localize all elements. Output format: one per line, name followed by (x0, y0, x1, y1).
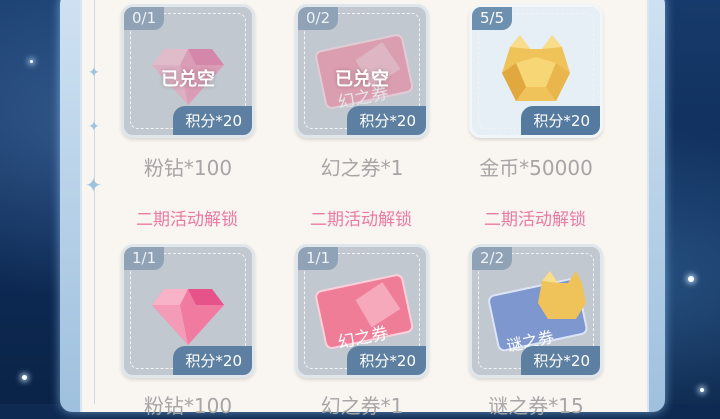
item-name: 粉钻*100 (143, 394, 233, 418)
shop-item-card[interactable]: 1/1 积分*20 (121, 244, 255, 378)
shop-item-card[interactable]: 幻之券 1/1 积分*20 (295, 244, 429, 378)
shop-item-card[interactable]: 幻之券 已兑空 0/2 积分*20 (295, 4, 429, 138)
cost-badge: 积分*20 (173, 106, 252, 135)
cost-badge: 积分*20 (347, 346, 426, 375)
panel-decor-line (94, 0, 95, 404)
decor-star-icon: ✦ (85, 173, 102, 197)
decor-star-icon: ✦ (88, 119, 100, 135)
sparkle-star (22, 375, 27, 380)
sparkle-star (688, 276, 694, 282)
item-name: 谜之券*15 (488, 394, 584, 418)
sparkle-star (30, 60, 33, 63)
remaining-count: 0/1 (124, 7, 165, 30)
sold-out-label: 已兑空 (335, 69, 389, 90)
unlock-hint: 二期活动解锁 (484, 210, 586, 230)
cost-badge: 积分*20 (347, 106, 426, 135)
shop-item-card[interactable]: 已兑空 0/1 积分*20 (121, 4, 255, 138)
sold-out-label: 已兑空 (161, 69, 215, 90)
remaining-count: 2/2 (472, 247, 513, 270)
cost-badge: 积分*20 (521, 346, 600, 375)
remaining-count: 5/5 (472, 7, 513, 30)
shop-item-card[interactable]: 5/5 积分*20 (469, 4, 603, 138)
remaining-count: 1/1 (124, 247, 165, 270)
cost-badge: 积分*20 (521, 106, 600, 135)
item-name: 幻之券*1 (320, 394, 404, 418)
unlock-hint: 二期活动解锁 (310, 210, 412, 230)
shop-item-card[interactable]: 谜之券 2/2 积分*20 (469, 244, 603, 378)
unlock-hint: 二期活动解锁 (136, 210, 238, 230)
cost-badge: 积分*20 (173, 346, 252, 375)
decor-star-icon: ✦ (88, 65, 100, 81)
remaining-count: 1/1 (298, 247, 339, 270)
sparkle-star (700, 388, 704, 392)
remaining-count: 0/2 (298, 7, 339, 30)
item-name: 幻之券*1 (320, 156, 404, 180)
item-name: 金币*50000 (479, 156, 593, 180)
item-name: 粉钻*100 (143, 156, 233, 180)
